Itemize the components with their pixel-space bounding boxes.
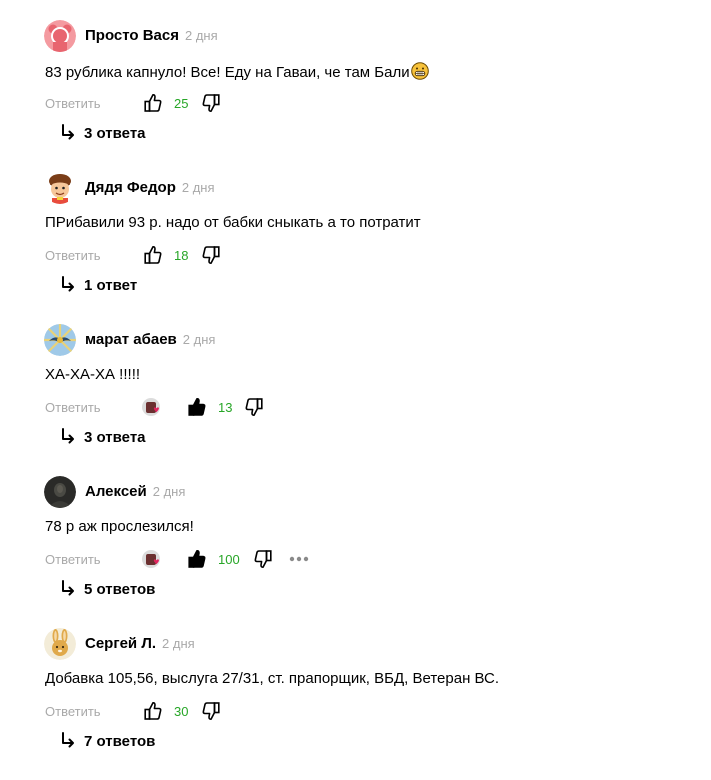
dark-photo-avatar[interactable]: [44, 476, 76, 508]
bunny-avatar[interactable]: [44, 628, 76, 660]
author-name[interactable]: Дядя Федор: [85, 179, 176, 196]
author-reaction-icon: [142, 550, 160, 568]
thumbs-down-icon[interactable]: [202, 701, 220, 721]
replies-label[interactable]: 7 ответов: [84, 733, 155, 750]
author-name[interactable]: марат абаев: [85, 331, 177, 348]
comment: марат абаев 2 дня ХА-ХА-ХА !!!!! Ответить…: [0, 324, 711, 476]
reply-arrow-icon: [62, 276, 74, 292]
comment-author[interactable]: Алексей 2 дня: [85, 483, 185, 500]
replies-link[interactable]: 1 ответ: [60, 276, 137, 294]
like-count: 25: [174, 96, 189, 111]
like-count: 18: [174, 248, 189, 263]
thumbs-down-icon[interactable]: [202, 245, 220, 265]
replies-link[interactable]: 5 ответов: [60, 580, 155, 598]
comment: Алексей 2 дня 78 р аж прослезился! Ответи…: [0, 476, 711, 628]
reply-arrow-icon: [62, 124, 74, 140]
like-count: 100: [218, 552, 240, 567]
comment-author[interactable]: Дядя Федор 2 дня: [85, 179, 215, 196]
comment-text: Добавка 105,56, выслуга 27/31, ст. прапо…: [45, 670, 500, 687]
comment-actions: Ответить 13: [45, 397, 445, 419]
replies-link[interactable]: 7 ответов: [60, 732, 155, 750]
replies-label[interactable]: 5 ответов: [84, 581, 155, 598]
comment-time: 2 дня: [152, 484, 186, 499]
reply-button[interactable]: Ответить: [45, 248, 101, 263]
author-name[interactable]: Просто Вася: [85, 27, 179, 44]
thumbs-down-icon[interactable]: [245, 397, 263, 417]
comment-time: 2 дня: [182, 332, 216, 347]
comment-time: 2 дня: [185, 28, 218, 43]
thumbs-down-icon[interactable]: [202, 93, 220, 113]
comment-author[interactable]: Просто Вася 2 дня: [85, 27, 218, 44]
reply-button[interactable]: Ответить: [45, 552, 101, 567]
comment-text-content: 83 рублика капнуло! Все! Еду на Гаваи, ч…: [45, 64, 410, 81]
grinning-face-emoji-icon: [410, 62, 429, 80]
comment-text: 83 рублика капнуло! Все! Еду на Гаваи, ч…: [45, 62, 429, 81]
comment-actions: Ответить 100: [45, 549, 445, 571]
author-name[interactable]: Сергей Л.: [85, 635, 156, 652]
like-count: 30: [174, 704, 189, 719]
comment: Просто Вася 2 дня 83 рублика капнуло! Все…: [0, 20, 711, 172]
comment-text: 78 р аж прослезился!: [45, 518, 194, 535]
reply-arrow-icon: [62, 428, 74, 444]
comment-time: 2 дня: [181, 180, 215, 195]
replies-link[interactable]: 3 ответа: [60, 428, 146, 446]
thumbs-up-filled-icon[interactable]: [188, 397, 206, 417]
reply-arrow-icon: [62, 580, 74, 596]
thumbs-up-icon[interactable]: [144, 245, 162, 265]
replies-link[interactable]: 3 ответа: [60, 124, 146, 142]
comment-actions: Ответить 18: [45, 245, 445, 267]
comment-author[interactable]: Сергей Л. 2 дня: [85, 635, 195, 652]
pink-bear-avatar[interactable]: [44, 20, 76, 52]
reply-button[interactable]: Ответить: [45, 704, 101, 719]
comment-actions: Ответить 25: [45, 93, 445, 115]
thumbs-up-icon[interactable]: [144, 701, 162, 721]
comment-author[interactable]: марат абаев 2 дня: [85, 331, 215, 348]
replies-label[interactable]: 3 ответа: [84, 429, 146, 446]
more-options-icon[interactable]: [289, 556, 309, 562]
replies-label[interactable]: 1 ответ: [84, 277, 137, 294]
comment-time: 2 дня: [162, 636, 195, 651]
thumbs-down-icon[interactable]: [254, 549, 272, 569]
like-count: 13: [218, 400, 233, 415]
reply-button[interactable]: Ответить: [45, 96, 101, 111]
cartoon-boy-avatar[interactable]: [44, 172, 76, 204]
thumbs-up-icon[interactable]: [144, 93, 162, 113]
comment: Сергей Л. 2 дня Добавка 105,56, выслуга 2…: [0, 628, 711, 780]
replies-label[interactable]: 3 ответа: [84, 125, 146, 142]
comment: Дядя Федор 2 дня ПРибавили 93 р. надо от …: [0, 172, 711, 324]
comment-actions: Ответить 30: [45, 701, 445, 723]
comment-text: ПРибавили 93 р. надо от бабки сныкать а …: [45, 214, 421, 231]
author-reaction-icon: [142, 398, 160, 416]
author-name[interactable]: Алексей: [85, 483, 147, 500]
reply-button[interactable]: Ответить: [45, 400, 101, 415]
comment-text: ХА-ХА-ХА !!!!!: [45, 366, 141, 383]
thumbs-up-filled-icon[interactable]: [188, 549, 206, 569]
air-force-emblem-avatar[interactable]: [44, 324, 76, 356]
